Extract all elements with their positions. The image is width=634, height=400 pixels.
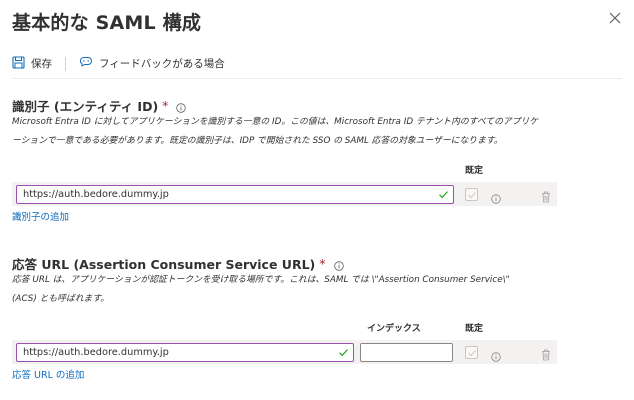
required-indicator: * xyxy=(162,98,169,113)
feedback-label: フィードバックがある場合 xyxy=(99,58,225,70)
identifier-input[interactable]: https://auth.bedore.dummy.jp xyxy=(16,185,454,204)
reply-url-description-line: (ACS) とも呼ばれます。 xyxy=(12,294,110,304)
toolbar-divider-line xyxy=(12,78,622,79)
page-title: 基本的な SAML 構成 xyxy=(12,12,202,34)
save-label: 保存 xyxy=(31,58,52,70)
default-checkbox[interactable] xyxy=(465,346,478,359)
save-button[interactable]: 保存 xyxy=(12,55,52,72)
feedback-button[interactable]: フィードバックがある場合 xyxy=(79,55,225,72)
default-column-header: 既定 xyxy=(465,166,484,176)
default-column-header: 既定 xyxy=(465,324,484,334)
default-checkbox[interactable] xyxy=(465,188,478,201)
reply-url-description: 応答 URL は、アプリケーションが認証トークンを受け取る場所です。これは、SA… xyxy=(12,271,572,309)
toolbar-divider xyxy=(65,56,66,71)
valid-check-icon xyxy=(338,347,349,361)
index-column-header: インデックス xyxy=(367,324,421,334)
valid-check-icon xyxy=(438,189,449,203)
required-indicator: * xyxy=(319,256,326,271)
save-icon xyxy=(12,55,25,72)
add-identifier-link[interactable]: 識別子の追加 xyxy=(12,209,69,223)
command-bar: 保存 フィードバックがある場合 xyxy=(12,55,225,72)
delete-icon[interactable] xyxy=(541,188,551,203)
reply-url-value: https://auth.bedore.dummy.jp xyxy=(23,347,169,358)
identifier-description-line: Microsoft Entra ID に対してアプリケーションを識別する一意の … xyxy=(12,117,539,127)
close-icon[interactable] xyxy=(608,11,622,25)
feedback-icon xyxy=(79,55,93,72)
identifier-value: https://auth.bedore.dummy.jp xyxy=(23,189,169,200)
info-icon[interactable] xyxy=(176,101,187,113)
info-icon[interactable] xyxy=(491,347,501,362)
index-input[interactable] xyxy=(360,343,453,362)
delete-icon[interactable] xyxy=(541,346,551,361)
reply-url-input[interactable]: https://auth.bedore.dummy.jp xyxy=(16,343,354,362)
identifier-description-line: ーションで一意である必要があります。既定の識別子は、IDP で開始された SSO… xyxy=(12,136,503,146)
add-reply-url-link[interactable]: 応答 URL の追加 xyxy=(12,367,84,381)
info-icon[interactable] xyxy=(333,259,344,271)
reply-url-description-line: 応答 URL は、アプリケーションが認証トークンを受け取る場所です。これは、SA… xyxy=(12,275,510,285)
identifier-description: Microsoft Entra ID に対してアプリケーションを識別する一意の … xyxy=(12,113,572,151)
info-icon[interactable] xyxy=(491,189,501,204)
